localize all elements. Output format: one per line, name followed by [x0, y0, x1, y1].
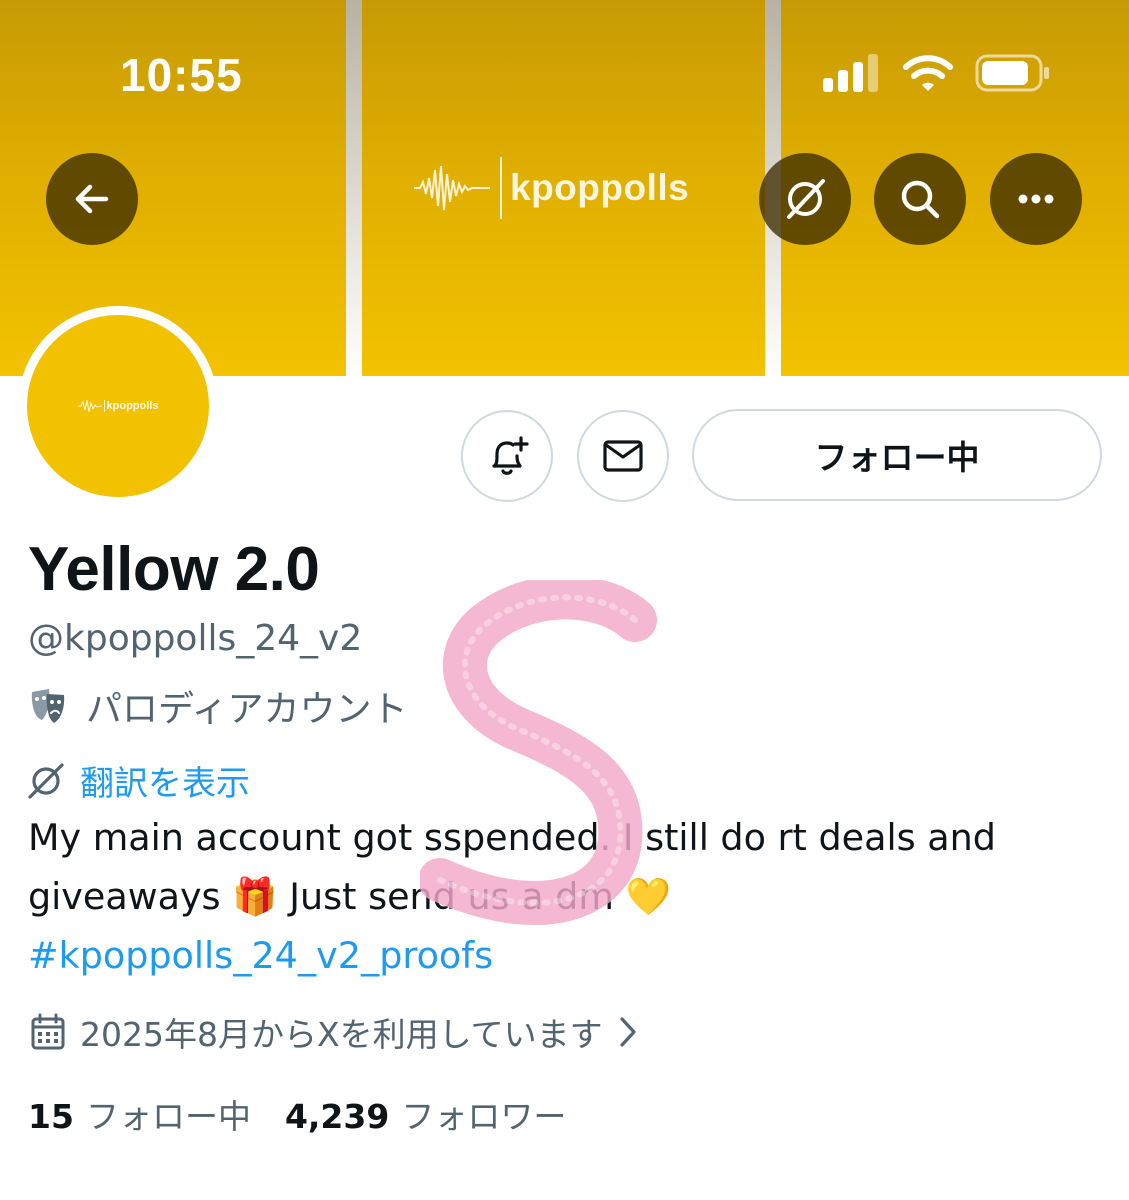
parody-label[interactable]: パロディアカウント — [28, 680, 407, 732]
theater-mask-icon — [31, 689, 65, 723]
joined-date[interactable]: 2025年8月からXを利用しています — [28, 1008, 641, 1056]
followers-stat[interactable]: 4,239 フォロワー — [285, 1090, 566, 1138]
notify-button[interactable] — [461, 410, 553, 502]
search-button[interactable] — [874, 153, 966, 245]
profile-handle: @kpoppolls_24_v2 — [28, 618, 363, 659]
avatar-image: kpoppolls — [27, 315, 209, 497]
following-stat[interactable]: 15 フォロー中 — [28, 1090, 251, 1138]
back-button[interactable] — [46, 153, 138, 245]
translate-text: 翻訳を表示 — [80, 764, 250, 804]
translate-button[interactable] — [759, 153, 851, 245]
message-button[interactable] — [577, 410, 669, 502]
wifi-icon — [903, 55, 953, 91]
more-button[interactable] — [990, 153, 1082, 245]
banner-logo-text: kpoppolls — [510, 167, 690, 208]
banner-divider — [346, 0, 362, 376]
bell-plus-icon — [492, 436, 529, 475]
banner-logo: kpoppolls — [414, 156, 689, 220]
search-icon — [901, 180, 940, 219]
followers-label: フォロワー — [401, 1097, 567, 1136]
following-count: 15 — [28, 1097, 74, 1136]
logo-separator — [500, 157, 502, 219]
signal-icon — [823, 54, 878, 92]
status-time: 10:55 — [120, 49, 243, 101]
status-icons — [823, 54, 1051, 92]
profile-avatar[interactable]: kpoppolls — [18, 306, 218, 506]
soundwave-icon — [77, 399, 102, 413]
chevron-right-icon — [620, 1017, 636, 1047]
show-translation-link[interactable]: 翻訳を表示 — [26, 756, 250, 805]
parody-text: パロディアカウント — [86, 689, 408, 730]
profile-name: Yellow 2.0 — [28, 535, 320, 604]
joined-text: 2025年8月からXを利用しています — [80, 1015, 603, 1054]
globe-slash-icon — [28, 762, 64, 799]
following-button[interactable]: フォロー中 — [692, 409, 1102, 501]
follow-stats: 15 フォロー中 4,239 フォロワー — [28, 1090, 566, 1138]
bio-text: giveaways — [28, 875, 221, 918]
calendar-icon — [31, 1013, 65, 1050]
soundwave-icon — [414, 165, 490, 211]
following-label: フォロー中 — [85, 1097, 251, 1136]
envelope-icon — [603, 440, 643, 472]
avatar-logo: kpoppolls — [77, 399, 158, 413]
gift-emoji: 🎁 — [232, 875, 278, 918]
followers-count: 4,239 — [284, 1097, 390, 1136]
more-horizontal-icon — [1018, 194, 1054, 204]
pink-s-scribble — [420, 580, 657, 925]
globe-slash-icon — [787, 179, 825, 219]
avatar-logo-text: kpoppolls — [103, 400, 158, 412]
battery-icon — [975, 54, 1049, 92]
arrow-left-icon — [75, 184, 109, 214]
